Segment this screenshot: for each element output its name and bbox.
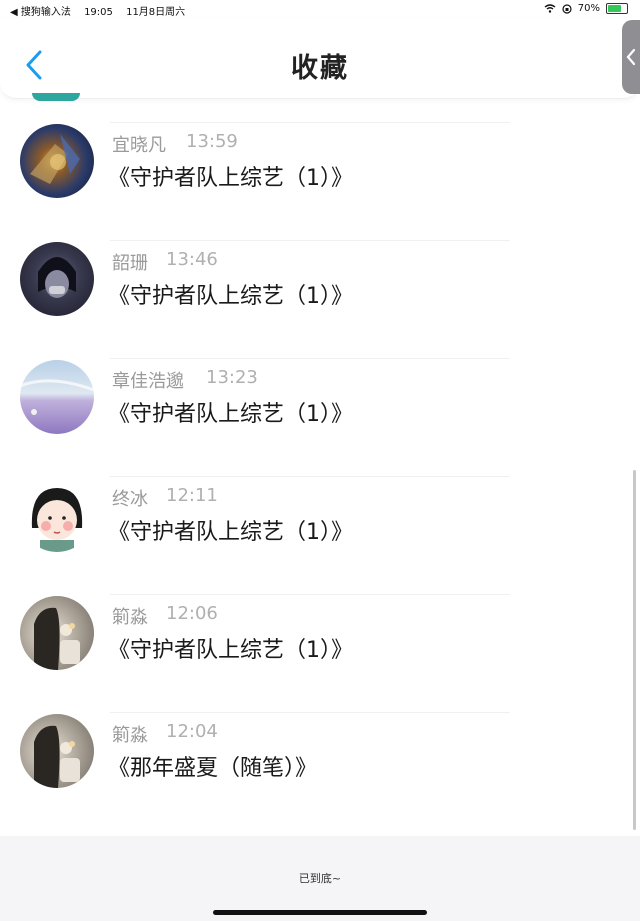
scrollbar[interactable] (633, 470, 636, 830)
item-title[interactable]: 《守护者队上综艺（1）》 (108, 160, 353, 192)
list-item[interactable]: 宜晓凡 13:59 《守护者队上综艺（1）》 (0, 98, 640, 216)
author-name: 章佳浩邈 (112, 371, 184, 392)
status-right: 70% (544, 3, 628, 14)
chevron-left-icon (626, 48, 636, 66)
end-of-list-text: 已到底~ (298, 872, 342, 885)
avatar[interactable] (20, 714, 94, 788)
side-panel-handle[interactable] (622, 20, 640, 94)
status-time: 19:05 (84, 7, 113, 18)
divider (110, 122, 510, 123)
author-name: 箣淼 (112, 725, 148, 746)
avatar-image (34, 725, 80, 788)
status-date: 11月8日周六 (126, 7, 186, 18)
item-title[interactable]: 《守护者队上综艺（1）》 (108, 632, 353, 664)
battery-percent: 70% (577, 3, 600, 14)
list-footer: 已到底~ (0, 836, 640, 921)
status-left: ◀ 搜狗输入法 19:05 11月8日周六 (10, 3, 195, 18)
item-time: 12:04 (166, 721, 218, 742)
author-name: 韶珊 (112, 253, 148, 274)
avatar[interactable] (20, 360, 94, 434)
item-time: 13:23 (206, 367, 258, 388)
list-item[interactable]: 韶珊 13:46 《守护者队上综艺（1）》 (0, 216, 640, 334)
author-name: 终冰 (112, 489, 148, 510)
divider (110, 712, 510, 713)
list-item[interactable]: 箣淼 12:06 《守护者队上综艺（1）》 (0, 570, 640, 688)
page-title: 收藏 (291, 53, 349, 84)
wifi-icon (544, 4, 556, 13)
avatar[interactable] (20, 478, 94, 552)
divider (110, 476, 510, 477)
avatar-image (31, 488, 83, 552)
avatar[interactable] (20, 242, 94, 316)
orientation-lock-icon (562, 3, 572, 14)
nav-bar: 收藏 (0, 18, 640, 99)
list-item[interactable]: 箣淼 12:04 《那年盛夏（随笔）》 (0, 688, 640, 806)
home-indicator[interactable] (213, 910, 427, 915)
item-title[interactable]: 《守护者队上综艺（1）》 (108, 514, 353, 546)
item-time: 12:06 (166, 603, 218, 624)
divider (110, 358, 510, 359)
author-name: 宜晓凡 (112, 135, 166, 156)
item-title[interactable]: 《那年盛夏（随笔）》 (108, 750, 317, 782)
back-to-app-link[interactable]: ◀ 搜狗输入法 (10, 7, 71, 18)
list-item[interactable]: 章佳浩邈 13:23 《守护者队上综艺（1）》 (0, 334, 640, 452)
item-title[interactable]: 《守护者队上综艺（1）》 (108, 278, 353, 310)
avatar-image (38, 257, 76, 298)
avatar[interactable] (20, 596, 94, 670)
item-time: 12:11 (166, 485, 218, 506)
author-name: 箣淼 (112, 607, 148, 628)
list-item[interactable]: 终冰 12:11 《守护者队上综艺（1）》 (0, 452, 640, 570)
avatar-image (20, 379, 94, 415)
avatar[interactable] (20, 124, 94, 198)
battery-icon (606, 3, 628, 14)
status-bar: ◀ 搜狗输入法 19:05 11月8日周六 70% (0, 0, 640, 18)
item-title[interactable]: 《守护者队上综艺（1）》 (108, 396, 353, 428)
avatar-image (30, 134, 80, 184)
avatar-image (34, 607, 80, 670)
item-time: 13:59 (186, 131, 238, 152)
item-time: 13:46 (166, 249, 218, 270)
divider (110, 594, 510, 595)
divider (110, 240, 510, 241)
